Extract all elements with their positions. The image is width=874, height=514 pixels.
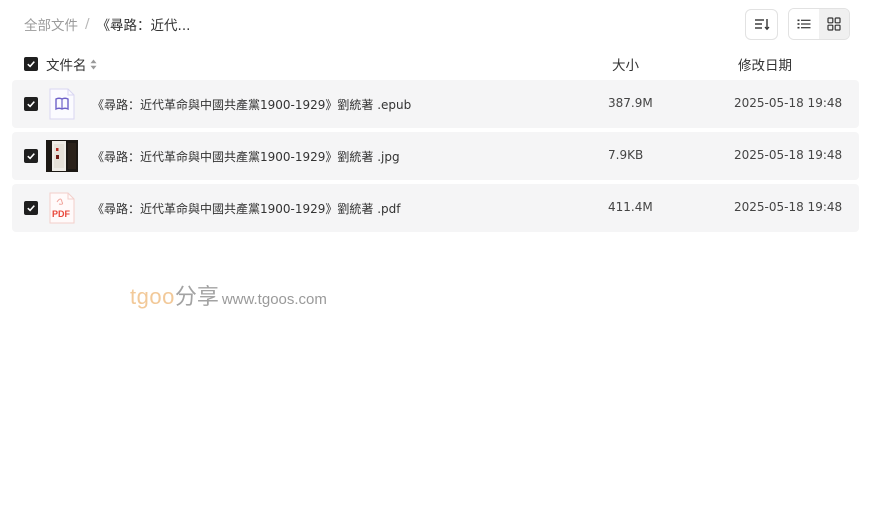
image-thumbnail [46,140,78,172]
check-icon [27,101,35,108]
file-date: 2025-05-18 19:48 [734,96,843,110]
file-list: 《尋路：近代革命與中國共產黨1900-1929》劉統著 .epub 387.9M… [12,80,859,236]
file-size: 387.9M [608,96,653,110]
size-column-header[interactable]: 大小 [612,54,639,74]
grid-view-icon [827,17,841,31]
date-column-header[interactable]: 修改日期 [738,54,792,74]
sort-button[interactable] [745,8,778,40]
site-watermark: tgoo 分享 www.tgoos.com [130,279,327,311]
file-name[interactable]: 《尋路：近代革命與中國共產黨1900-1929》劉統著 .epub [92,96,411,113]
file-list-header: 文件名 大小 修改日期 [12,53,859,75]
file-size: 411.4M [608,200,653,214]
check-icon [27,205,35,212]
list-view-button[interactable] [789,9,819,39]
row-checkbox[interactable] [24,201,38,215]
file-name[interactable]: 《尋路：近代革命與中國共產黨1900-1929》劉統著 .jpg [92,148,400,165]
file-date: 2025-05-18 19:48 [734,148,843,162]
check-icon [27,61,35,68]
sort-toggle-icon [90,59,96,69]
file-date: 2025-05-18 19:48 [734,200,843,214]
file-row-epub[interactable]: 《尋路：近代革命與中國共產黨1900-1929》劉統著 .epub 387.9M… [12,80,859,128]
view-toggle-group [788,8,850,40]
file-row-jpg[interactable]: 《尋路：近代革命與中國共產黨1900-1929》劉統著 .jpg 7.9KB 2… [12,132,859,180]
breadcrumb-current-folder: 《尋路：近代... [96,18,191,34]
pdf-file-icon: PDF [46,192,78,224]
file-name[interactable]: 《尋路：近代革命與中國共產黨1900-1929》劉統著 .pdf [92,200,401,217]
sort-icon [754,19,769,31]
view-toolbar [745,8,850,40]
list-view-icon [797,19,811,29]
name-column-label: 文件名 [46,58,87,74]
name-column-header[interactable]: 文件名 [46,54,97,74]
breadcrumb-separator: / [85,16,90,32]
breadcrumb: 全部文件 / 《尋路：近代... [24,14,190,34]
row-checkbox[interactable] [24,97,38,111]
file-size: 7.9KB [608,148,644,162]
row-checkbox[interactable] [24,149,38,163]
select-all-checkbox[interactable] [24,57,38,71]
svg-text:PDF: PDF [52,209,71,219]
breadcrumb-root-link[interactable]: 全部文件 [24,14,78,34]
watermark-share: 分享 [174,285,219,310]
watermark-brand: tgoo [130,284,175,309]
epub-file-icon [46,88,78,120]
check-icon [27,153,35,160]
file-row-pdf[interactable]: PDF 《尋路：近代革命與中國共產黨1900-1929》劉統著 .pdf 411… [12,184,859,232]
watermark-url: www.tgoos.com [221,291,327,308]
grid-view-button[interactable] [819,9,849,39]
